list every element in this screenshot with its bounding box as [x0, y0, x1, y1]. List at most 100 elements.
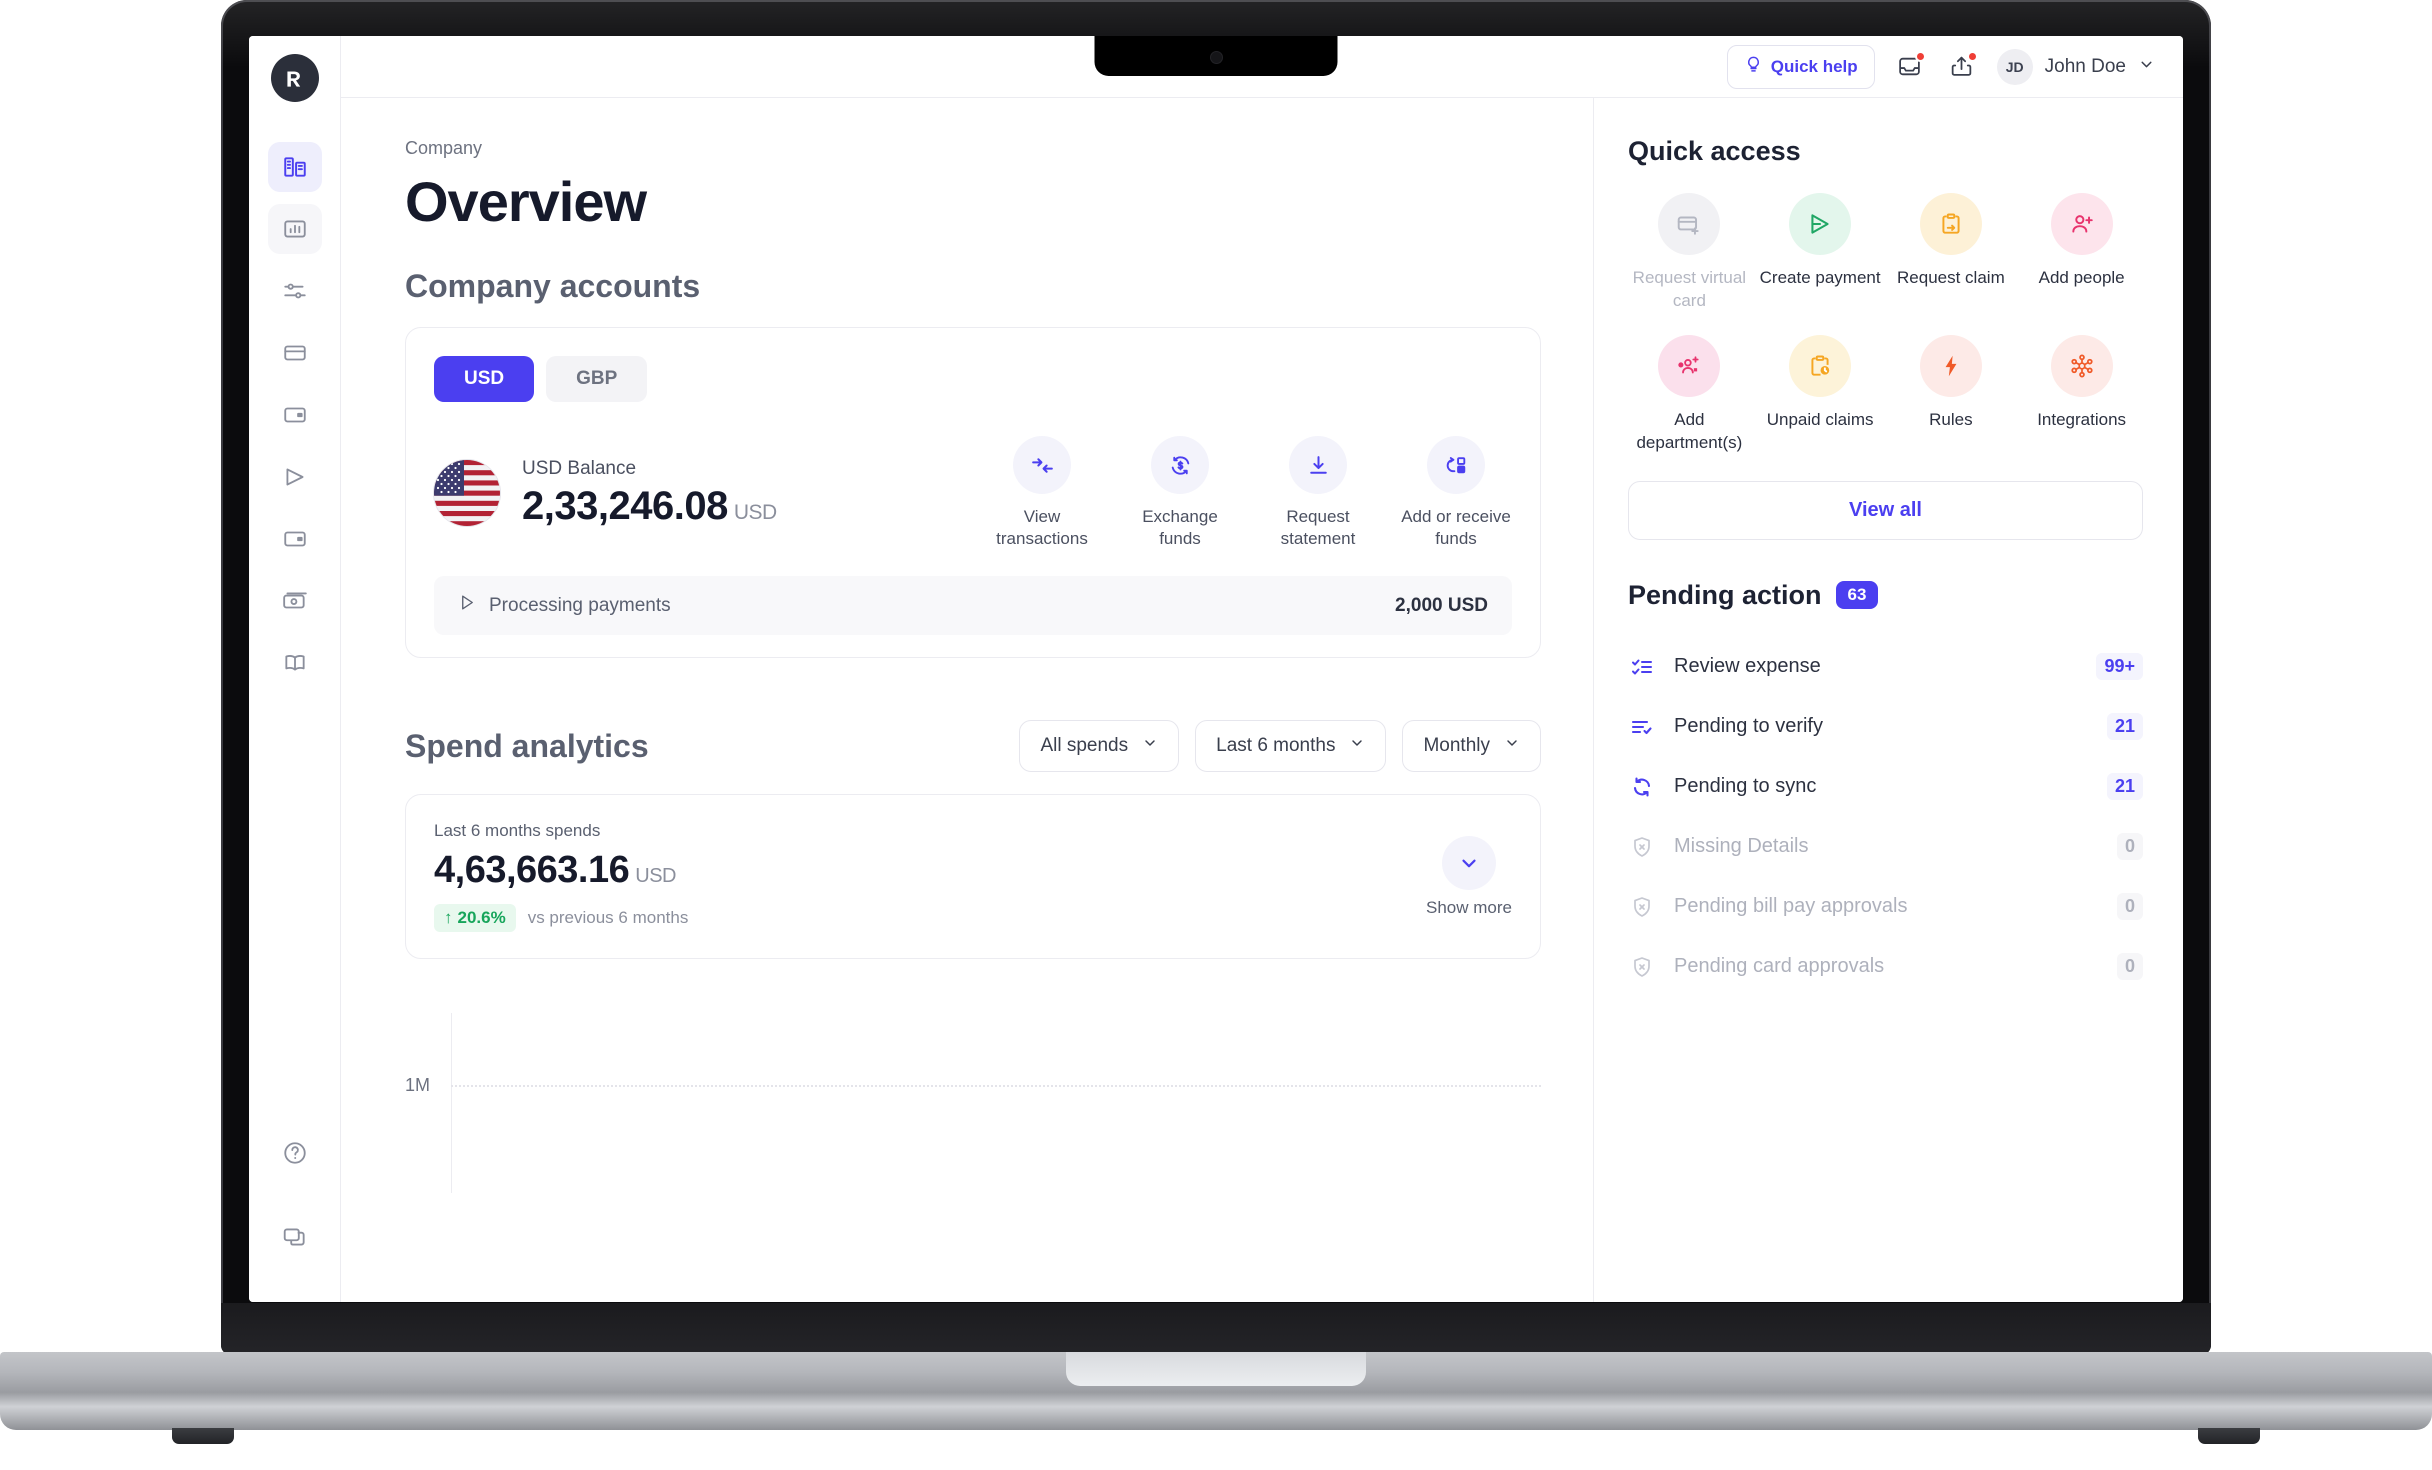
pending-action-title: Pending action	[1628, 579, 1822, 610]
exchange-funds-action[interactable]: Exchange funds	[1124, 436, 1236, 550]
pending-item-pending-to-verify[interactable]: Pending to verify 21	[1628, 697, 2143, 757]
spend-summary-amount-value: 4,63,663.16	[434, 849, 630, 892]
quick-access-label: Request claim	[1897, 268, 2005, 287]
chevron-down-icon	[1504, 735, 1520, 757]
laptop-notch	[1094, 36, 1338, 76]
sidebar-item-cards[interactable]	[268, 328, 322, 378]
processing-payments-row[interactable]: Processing payments 2,000 USD	[434, 576, 1512, 636]
currency-tabs: USD GBP	[434, 356, 1512, 402]
quick-access-add-people[interactable]: Add people	[2020, 193, 2143, 313]
laptop-base	[0, 1352, 2432, 1430]
quick-access-label: Unpaid claims	[1766, 409, 1874, 429]
pending-item-bill-pay-approvals[interactable]: Pending bill pay approvals 0	[1628, 877, 2143, 937]
laptop-foot-right	[2198, 1428, 2260, 1444]
balance-info: USD Balance 2,33,246.08 USD	[434, 458, 777, 529]
add-receive-funds-action[interactable]: Add or receive funds	[1400, 436, 1512, 550]
pending-action-header: Pending action 63	[1628, 580, 2143, 611]
quick-access-request-claim[interactable]: Request claim	[1890, 193, 2013, 313]
shield-x-icon	[1628, 833, 1656, 861]
quick-access-integrations[interactable]: Integrations	[2020, 334, 2143, 455]
pending-item-review-expense[interactable]: Review expense 99+	[1628, 637, 2143, 697]
breadcrumb: Company	[405, 138, 483, 158]
quick-access-unpaid-claims[interactable]: Unpaid claims	[1759, 334, 1882, 455]
page-title: Overview	[405, 170, 647, 233]
quick-access-rules[interactable]: Rules	[1890, 334, 2013, 455]
download-icon	[1289, 436, 1347, 494]
spend-summary-card: Last 6 months spends 4,63,663.16 USD ↑ 20…	[405, 794, 1541, 960]
nodes-icon	[2050, 334, 2113, 397]
right-panel: Quick access Request virtual card Create…	[1593, 98, 2183, 1302]
sidebar-item-chat-support[interactable]	[268, 1212, 322, 1262]
spend-analytics-title: Spend analytics	[405, 727, 649, 764]
sidebar-item-wallet[interactable]	[268, 390, 322, 440]
show-more-button[interactable]: Show more	[1426, 835, 1512, 918]
pending-item-count: 0	[2116, 953, 2143, 981]
currency-tab-usd[interactable]: USD	[434, 356, 535, 402]
chevron-down-icon	[2138, 56, 2155, 78]
spend-filters: All spends Last 6 months Monthly	[1019, 720, 1541, 773]
account-actions: View transactions Exchange funds Request…	[986, 436, 1512, 550]
show-more-label: Show more	[1426, 897, 1512, 917]
people-plus-icon	[1658, 334, 1721, 397]
spend-delta-row: ↑ 20.6% vs previous 6 months	[434, 904, 688, 933]
share-notification-badge	[1966, 50, 1978, 62]
balance-label: USD Balance	[522, 457, 637, 479]
spend-delta-value: 20.6%	[457, 908, 506, 928]
filter-all-spends[interactable]: All spends	[1019, 720, 1180, 773]
quick-access-grid: Request virtual card Create payment Requ…	[1628, 193, 2143, 455]
share-icon[interactable]	[1945, 50, 1979, 84]
sidebar-item-ledger[interactable]	[268, 638, 322, 688]
sidebar-item-accounting[interactable]	[268, 576, 322, 626]
sidebar-item-analytics[interactable]	[267, 204, 322, 254]
quick-access-add-departments[interactable]: Add department(s)	[1628, 334, 1751, 455]
quick-access-title: Quick access	[1628, 136, 1801, 166]
view-transactions-action[interactable]: View transactions	[986, 436, 1098, 550]
view-all-button[interactable]: View all	[1628, 480, 2143, 540]
inbox-icon[interactable]	[1893, 50, 1927, 84]
pending-action-badge: 63	[1835, 581, 1879, 610]
sidebar-items	[267, 142, 322, 1128]
pending-item-missing-details[interactable]: Missing Details 0	[1628, 817, 2143, 877]
sidebar-item-company-overview[interactable]	[267, 142, 322, 192]
processing-payments-label: Processing payments	[489, 594, 671, 616]
processing-payments-amount: 2,000 USD	[1395, 594, 1488, 616]
volopay-logo[interactable]	[270, 54, 319, 102]
body-split: Company Overview Company accounts USD GB…	[341, 98, 2183, 1302]
request-statement-action[interactable]: Request statement	[1262, 436, 1374, 550]
company-account-card: USD GBP USD Balance 2,33,246.08 USD View…	[405, 327, 1541, 659]
arrow-up-icon: ↑	[444, 908, 453, 928]
spend-summary-amount: 4,63,663.16 USD	[434, 849, 688, 892]
sidebar-item-settings-sliders[interactable]	[268, 266, 322, 316]
pending-item-count: 0	[2116, 833, 2143, 861]
user-menu[interactable]: JD John Doe	[1996, 48, 2155, 85]
lightbulb-icon	[1744, 55, 1763, 79]
chevron-down-icon	[1142, 735, 1158, 757]
sidebar-item-reimbursements[interactable]	[268, 514, 322, 564]
filter-date-range[interactable]: Last 6 months	[1195, 720, 1387, 773]
currency-tab-gbp[interactable]: GBP	[546, 356, 648, 402]
quick-access-request-virtual-card[interactable]: Request virtual card	[1628, 193, 1751, 313]
quick-access-label: Request virtual card	[1632, 268, 1747, 310]
add-funds-icon	[1427, 436, 1485, 494]
clipboard-arrow-icon	[1919, 193, 1982, 255]
filter-all-spends-label: All spends	[1040, 735, 1129, 757]
quick-help-button[interactable]: Quick help	[1726, 44, 1875, 89]
filter-frequency[interactable]: Monthly	[1402, 720, 1541, 773]
sidebar-item-payments[interactable]	[268, 452, 322, 502]
screenshot-stage: Quick help JD John Doe Company Overview …	[0, 0, 2432, 1470]
pending-item-card-approvals[interactable]: Pending card approvals 0	[1628, 937, 2143, 997]
balance-row: USD Balance 2,33,246.08 USD View transac…	[434, 436, 1512, 550]
laptop-lid: Quick help JD John Doe Company Overview …	[221, 0, 2211, 1355]
pending-item-count: 99+	[2096, 653, 2143, 681]
exchange-funds-label: Exchange funds	[1142, 507, 1218, 549]
pending-item-label: Pending to sync	[1674, 775, 1817, 798]
quick-access-create-payment[interactable]: Create payment	[1759, 193, 1882, 313]
pending-item-pending-to-sync[interactable]: Pending to sync 21	[1628, 757, 2143, 817]
request-statement-label: Request statement	[1280, 507, 1356, 549]
laptop-base-notch	[1066, 1352, 1366, 1386]
sidebar-item-help[interactable]	[268, 1128, 322, 1178]
balance-currency: USD	[733, 500, 777, 524]
laptop-lid-chin	[221, 1303, 2211, 1355]
user-name: John Doe	[2044, 55, 2126, 77]
send-outline-icon	[458, 593, 477, 618]
